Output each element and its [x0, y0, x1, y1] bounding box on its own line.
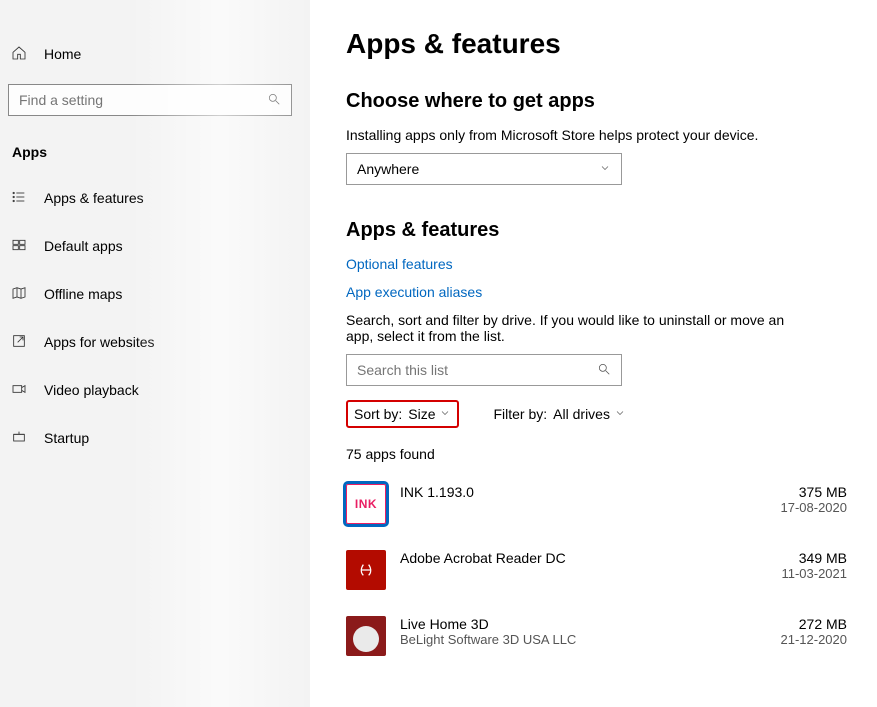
video-icon [10, 381, 28, 400]
home-icon [10, 45, 28, 64]
sidebar-item-default-apps[interactable]: Default apps [0, 222, 310, 270]
app-source-dropdown[interactable]: Anywhere [346, 153, 622, 185]
map-icon [10, 285, 28, 304]
sidebar-section-heading: Apps [0, 126, 310, 174]
sidebar-item-apps-features[interactable]: Apps & features [0, 174, 310, 222]
search-icon [597, 362, 611, 379]
app-publisher: BeLight Software 3D USA LLC [400, 632, 576, 647]
sort-label: Sort by: [354, 406, 402, 422]
filter-row: Sort by: Size Filter by: All drives [346, 400, 847, 428]
sidebar-search[interactable] [8, 84, 292, 116]
chevron-down-icon [439, 406, 451, 422]
chevron-down-icon [599, 161, 611, 177]
app-name: INK 1.193.0 [400, 484, 474, 500]
apps-search-input[interactable] [357, 362, 597, 378]
sidebar-item-label: Offline maps [44, 286, 122, 302]
sidebar-item-startup[interactable]: Startup [0, 414, 310, 462]
filter-value: All drives [553, 406, 610, 422]
choose-heading: Choose where to get apps [346, 90, 847, 113]
app-size: 349 MB [781, 550, 847, 566]
app-size: 272 MB [781, 616, 848, 632]
dropdown-value: Anywhere [357, 161, 419, 177]
filter-label: Filter by: [493, 406, 547, 422]
app-execution-aliases-link[interactable]: App execution aliases [346, 284, 847, 300]
sidebar-item-label: Startup [44, 430, 89, 446]
app-date: 17-08-2020 [781, 500, 848, 515]
apps-search[interactable] [346, 354, 622, 386]
app-date: 21-12-2020 [781, 632, 848, 647]
optional-features-link[interactable]: Optional features [346, 256, 847, 272]
sidebar-item-label: Video playback [44, 382, 139, 398]
list-icon [10, 189, 28, 208]
app-size: 375 MB [781, 484, 848, 500]
app-row[interactable]: Adobe Acrobat Reader DC 349 MB 11-03-202… [346, 542, 847, 608]
sidebar-item-video-playback[interactable]: Video playback [0, 366, 310, 414]
sidebar-item-apps-websites[interactable]: Apps for websites [0, 318, 310, 366]
app-icon-acrobat [346, 550, 386, 590]
app-row[interactable]: INK INK 1.193.0 375 MB 17-08-2020 [346, 476, 847, 542]
app-icon-livehome [346, 616, 386, 656]
defaults-icon [10, 237, 28, 256]
app-icon-ink: INK [346, 484, 386, 524]
app-name: Live Home 3D [400, 616, 576, 632]
choose-apps-section: Choose where to get apps Installing apps… [346, 90, 847, 185]
sidebar-item-offline-maps[interactable]: Offline maps [0, 270, 310, 318]
choose-description: Installing apps only from Microsoft Stor… [346, 127, 847, 143]
sidebar-home[interactable]: Home [0, 30, 310, 78]
launch-icon [10, 333, 28, 352]
main-content: Apps & features Choose where to get apps… [310, 0, 877, 707]
apps-list-section: Apps & features Optional features App ex… [346, 219, 847, 674]
sidebar-item-label: Apps for websites [44, 334, 155, 350]
app-name: Adobe Acrobat Reader DC [400, 550, 566, 566]
filter-by-control[interactable]: Filter by: All drives [487, 402, 631, 426]
apps-result-count: 75 apps found [346, 446, 847, 462]
sidebar-search-input[interactable] [19, 92, 267, 108]
settings-sidebar: Home Apps Apps & features Default apps O… [0, 0, 310, 707]
startup-icon [10, 429, 28, 448]
app-date: 11-03-2021 [781, 566, 847, 581]
sidebar-home-label: Home [44, 46, 81, 62]
app-row[interactable]: Live Home 3D BeLight Software 3D USA LLC… [346, 608, 847, 674]
apps-description: Search, sort and filter by drive. If you… [346, 312, 786, 344]
sidebar-item-label: Apps & features [44, 190, 144, 206]
apps-heading: Apps & features [346, 219, 847, 242]
chevron-down-icon [614, 406, 626, 422]
search-icon [267, 92, 281, 109]
sidebar-item-label: Default apps [44, 238, 123, 254]
page-title: Apps & features [346, 28, 847, 60]
sort-by-control[interactable]: Sort by: Size [346, 400, 459, 428]
sort-value: Size [408, 406, 435, 422]
